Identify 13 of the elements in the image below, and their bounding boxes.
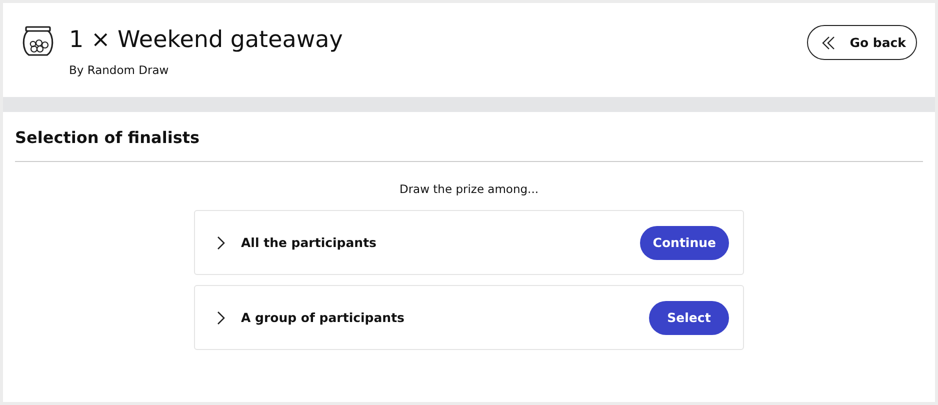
option-button[interactable]: Select [649,300,729,334]
draw-method: By Random Draw [69,63,170,77]
prize-title: 1 × Weekend gateaway [69,26,343,55]
prompt-text: Draw the prize among... [398,182,540,196]
double-chevron-left-icon [822,36,836,50]
jar-icon [21,25,55,59]
option-label: A group of participants [241,310,406,325]
option-button[interactable]: Continue [640,226,729,260]
go-back-button[interactable]: Go back [806,25,917,60]
section-title: Selection of finalists [15,112,923,162]
option-card[interactable]: All the participants Continue [194,210,744,275]
option-card[interactable]: A group of participants Select [194,285,744,350]
option-label: All the participants [241,235,378,250]
